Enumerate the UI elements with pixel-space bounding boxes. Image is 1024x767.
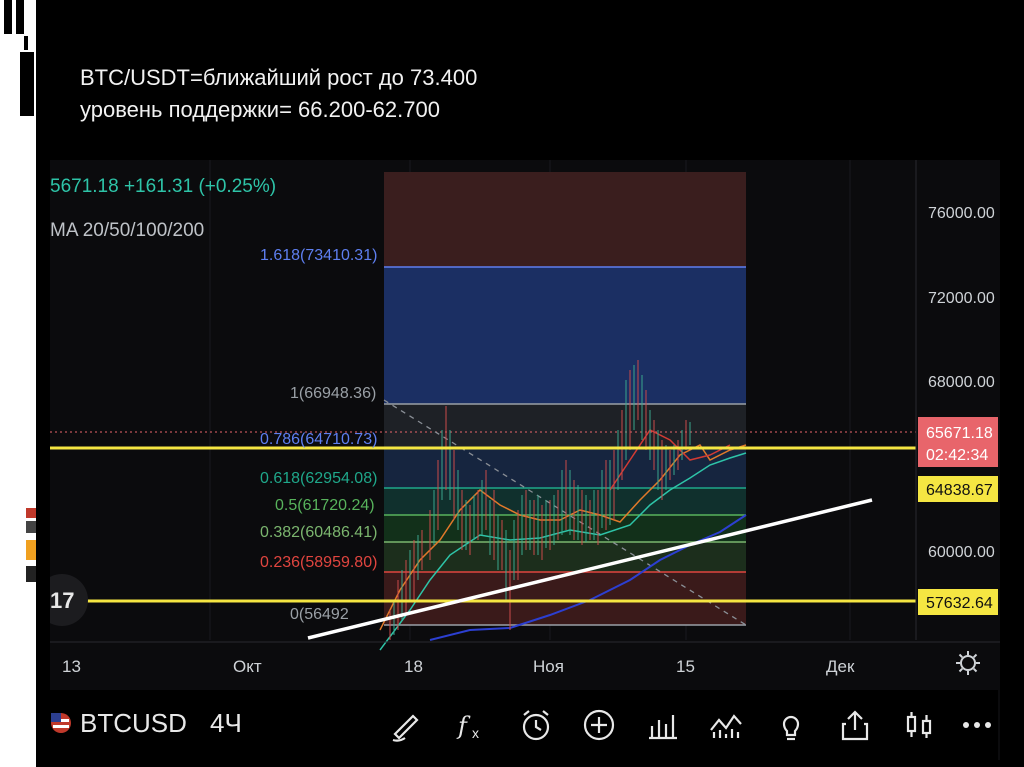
fib-zone-top [384, 172, 746, 267]
price-tick: 60000.00 [928, 544, 995, 561]
slide-title: BTC/USDT=ближайший рост до 73.400 уровен… [80, 62, 477, 126]
add-plus-icon[interactable] [578, 704, 620, 746]
price-change-text: 5671.18 +161.31 (+0.25%) [50, 176, 276, 197]
fib-label: 0.236(58959.80) [260, 554, 377, 571]
time-tick: 13 [62, 657, 81, 676]
decor-bar [20, 52, 34, 116]
tradingview-logo-icon: 17 [50, 588, 74, 613]
fib-zone-red [384, 572, 746, 625]
fib-zone-gray [384, 404, 746, 448]
decor-square-red [26, 508, 36, 518]
svg-text:x: x [472, 725, 479, 741]
time-tick: Окт [233, 657, 262, 676]
time-tick: Ноя [533, 657, 564, 676]
price-tick: 68000.00 [928, 374, 995, 391]
share-icon[interactable] [834, 704, 876, 746]
fib-label: 1(66948.36) [290, 385, 376, 402]
tradingview-chart-screenshot: 5671.18 +161.31 (+0.25%) MA 20/50/100/20… [50, 160, 1000, 760]
time-tick: 18 [404, 657, 423, 676]
compare-chart-icon[interactable] [705, 704, 747, 746]
fib-label: 0.5(61720.24) [275, 497, 375, 514]
fib-zone-olive [384, 542, 746, 572]
countdown-label: 02:42:34 [926, 447, 988, 464]
more-options-icon[interactable] [956, 704, 998, 746]
price-tick: 72000.00 [928, 290, 995, 307]
title-line-1: BTC/USDT=ближайший рост до 73.400 [80, 65, 478, 90]
decor-bar [24, 36, 28, 50]
price-tick: 76000.00 [928, 205, 995, 222]
upper-level-label: 64838.67 [926, 482, 993, 499]
ma-indicator-label: MA 20/50/100/200 [50, 220, 204, 241]
draw-pencil-icon[interactable] [385, 704, 427, 746]
fib-label: 0.618(62954.08) [260, 470, 377, 487]
fib-label: 0(56492 [290, 606, 349, 623]
lower-level-label: 57632.64 [926, 595, 993, 612]
bar-chart-icon[interactable] [642, 704, 684, 746]
fib-label: 1.618(73410.31) [260, 247, 377, 264]
symbol-button[interactable]: BTCUSD [80, 708, 187, 739]
decor-bar [4, 0, 12, 34]
decor-square-dark [26, 521, 36, 533]
ideas-lightbulb-icon[interactable] [770, 704, 812, 746]
time-tick: 15 [676, 657, 695, 676]
indicators-fx-icon[interactable]: f x [452, 704, 494, 746]
alert-clock-icon[interactable] [515, 704, 557, 746]
svg-text:f: f [456, 712, 471, 740]
title-line-2: уровень поддержки= 66.200-62.700 [80, 97, 440, 122]
current-price-label: 65671.18 [926, 425, 993, 442]
decor-square-dark [26, 566, 36, 582]
fib-label: 0.786(64710.73) [260, 431, 377, 448]
bottom-toolbar: BTCUSD 4Ч f x [50, 690, 998, 760]
fib-label: 0.382(60486.41) [260, 524, 377, 541]
candles-style-icon[interactable] [898, 704, 940, 746]
decor-bar [16, 0, 24, 34]
symbol-flag-icon [51, 713, 71, 733]
decor-square-orange [26, 540, 36, 560]
presentation-slide: BTC/USDT=ближайший рост до 73.400 уровен… [0, 0, 1024, 767]
interval-button[interactable]: 4Ч [210, 708, 242, 739]
time-tick: Дек [826, 657, 855, 676]
fib-zone-blue [384, 267, 746, 404]
